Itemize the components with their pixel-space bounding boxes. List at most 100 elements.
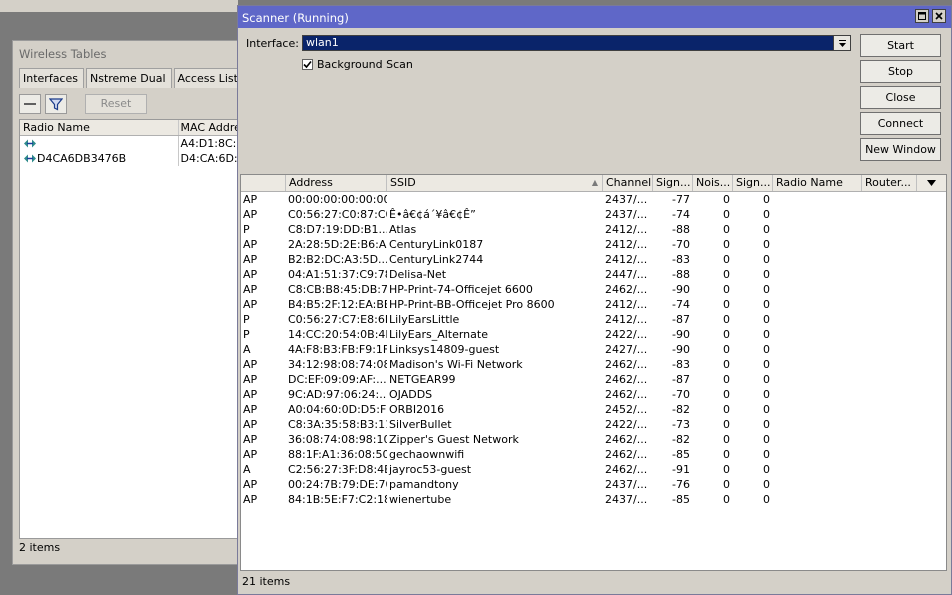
cell-noise: 0 (723, 328, 730, 341)
table-row[interactable]: P C8:D7:19:DD:B1... Atlas 2412/... -88 0 0 (241, 222, 946, 237)
interface-dropdown-button[interactable] (833, 35, 851, 51)
remove-button[interactable] (19, 94, 41, 114)
table-row[interactable]: AP C8:3A:35:58:B3:11 SilverBullet 2422/... -… (241, 417, 946, 432)
table-body: AP 00:00:00:00:00:00 2437/... -77 0 0 AP C0:56:… (241, 192, 946, 507)
cell-ssid: Atlas (389, 223, 417, 236)
col-ssid[interactable]: SSID ▲ (387, 175, 603, 191)
cell-radio-name (773, 402, 862, 417)
cell-noise: 0 (723, 343, 730, 356)
column-menu-button[interactable] (917, 175, 945, 191)
col-signal-strength[interactable]: Sign... (653, 175, 693, 191)
cell-channel: 2462/... (605, 463, 648, 476)
table-row[interactable]: AP 2A:28:5D:2E:B6:A8 CenturyLink0187 2412/.… (241, 237, 946, 252)
maximize-icon (918, 12, 926, 20)
cell-signal: -91 (672, 463, 690, 476)
cell-flags: AP (243, 418, 258, 431)
cell-flags: AP (243, 253, 258, 266)
cell-snr: 0 (763, 223, 770, 236)
col-address[interactable]: Address (286, 175, 387, 191)
cell-flags: AP (243, 478, 258, 491)
table-row[interactable]: AP 84:1B:5E:F7:C2:18 wienertube 2437/... -85… (241, 492, 946, 507)
table-row[interactable]: AP DC:EF:09:09:AF:... NETGEAR99 2462/... -87… (241, 372, 946, 387)
cell-address: A0:04:60:0D:D5:F2 (288, 403, 387, 416)
cell-radio-name (773, 432, 862, 447)
tab-interfaces[interactable]: Interfaces (19, 68, 84, 88)
col-signal-to-noise[interactable]: Sign... (733, 175, 773, 191)
mac-address: A4:D1:8C: (180, 137, 237, 150)
cell-ssid: SilverBullet (389, 418, 452, 431)
cell-router-os (862, 492, 917, 507)
cell-noise: 0 (723, 448, 730, 461)
connect-button[interactable]: Connect (860, 112, 941, 135)
cell-noise: 0 (723, 418, 730, 431)
cell-ssid: OJADDS (389, 388, 433, 401)
cell-router-os (862, 312, 917, 327)
cell-signal: -82 (672, 433, 690, 446)
background-scan-option[interactable]: Background Scan (302, 58, 413, 71)
registration-table: Radio Name MAC Addre A4:D1:8C: D4CA6DB34… (19, 119, 239, 539)
close-window-button[interactable] (932, 9, 946, 23)
cell-router-os (862, 372, 917, 387)
cell-noise: 0 (723, 208, 730, 221)
table-row[interactable]: A 4A:F8:B3:FB:F9:1F Linksys14809-guest 2427… (241, 342, 946, 357)
cell-router-os (862, 327, 917, 342)
cell-router-os (862, 432, 917, 447)
table-row[interactable]: AP C0:56:27:C0:87:C0 Ê•â€¢á´¥â€¢Ê” 2437/...… (241, 207, 946, 222)
table-header: Radio Name MAC Addre (20, 120, 238, 136)
filter-button[interactable] (45, 94, 67, 114)
col-channel[interactable]: Channel (603, 175, 653, 191)
tab-access-list[interactable]: Access List (173, 68, 244, 88)
cell-signal: -74 (672, 208, 690, 221)
table-row[interactable]: AP 00:24:7B:79:DE:70 pamandtony 2437/... -76… (241, 477, 946, 492)
new-window-button[interactable]: New Window (860, 138, 941, 161)
cell-snr: 0 (763, 343, 770, 356)
table-row[interactable]: AP B4:B5:2F:12:EA:BB HP-Print-BB-Officejet… (241, 297, 946, 312)
cell-radio-name (773, 492, 862, 507)
cell-flags: AP (243, 403, 258, 416)
table-row[interactable]: P 14:CC:20:54:0B:4E LilyEars_Alternate 2422… (241, 327, 946, 342)
table-row[interactable]: A4:D1:8C: (20, 136, 238, 151)
cell-radio-name (773, 372, 862, 387)
reset-button[interactable]: Reset (85, 94, 147, 114)
cell-signal: -82 (672, 403, 690, 416)
close-icon (935, 12, 943, 20)
table-row[interactable]: D4CA6DB3476B D4:CA:6D: (20, 151, 238, 166)
tab-nstreme-dual[interactable]: Nstreme Dual (85, 68, 172, 88)
table-row[interactable]: AP 34:12:98:08:74:08 Madison's Wi-Fi Netwo… (241, 357, 946, 372)
table-row[interactable]: AP A0:04:60:0D:D5:F2 ORBI2016 2452/... -82 0 0 (241, 402, 946, 417)
table-row[interactable]: P C0:56:27:C7:E8:6B LilyEarsLittle 2412/...… (241, 312, 946, 327)
interface-select[interactable]: wlan1 (302, 35, 851, 51)
cell-router-os (862, 282, 917, 297)
col-mac-address[interactable]: MAC Addre (179, 120, 238, 135)
start-button[interactable]: Start (860, 34, 941, 57)
cell-radio-name (773, 462, 862, 477)
title-bar[interactable]: Scanner (Running) (238, 6, 951, 28)
table-row[interactable]: AP C8:CB:B8:45:DB:74 HP-Print-74-Officejet… (241, 282, 946, 297)
col-noise-floor[interactable]: Nois... (693, 175, 733, 191)
table-row[interactable]: AP 9C:AD:97:06:24:... OJADDS 2462/... -70 0 0 (241, 387, 946, 402)
cell-signal: -87 (672, 313, 690, 326)
table-row[interactable]: AP 00:00:00:00:00:00 2437/... -77 0 0 (241, 192, 946, 207)
cell-flags: AP (243, 493, 258, 506)
cell-flags: AP (243, 388, 258, 401)
wireless-peer-icon (24, 154, 36, 163)
col-flags[interactable] (241, 175, 286, 191)
background-scan-checkbox[interactable] (302, 59, 313, 70)
col-radio-name[interactable]: Radio Name (20, 120, 179, 135)
col-router-os[interactable]: Router... (862, 175, 917, 191)
col-radio-name[interactable]: Radio Name (773, 175, 862, 191)
table-row[interactable]: AP B2:B2:DC:A3:5D... CenturyLink2744 2412/.… (241, 252, 946, 267)
close-button[interactable]: Close (860, 86, 941, 109)
table-row[interactable]: AP 36:08:74:08:98:10 Zipper's Guest Networ… (241, 432, 946, 447)
stop-button[interactable]: Stop (860, 60, 941, 83)
cell-noise: 0 (723, 313, 730, 326)
table-row[interactable]: A C2:56:27:3F:D8:4B jayroc53-guest 2462/...… (241, 462, 946, 477)
toolbar: Reset (19, 94, 147, 114)
cell-noise: 0 (723, 238, 730, 251)
maximize-button[interactable] (915, 9, 929, 23)
table-row[interactable]: AP 04:A1:51:37:C9:78 Delisa-Net 2447/... -88… (241, 267, 946, 282)
table-row[interactable]: AP 88:1F:A1:36:08:50 gechaownwifi 2462/... -… (241, 447, 946, 462)
cell-router-os (862, 192, 917, 207)
cell-address: C0:56:27:C7:E8:6B (288, 313, 387, 326)
cell-flags: AP (243, 268, 258, 281)
